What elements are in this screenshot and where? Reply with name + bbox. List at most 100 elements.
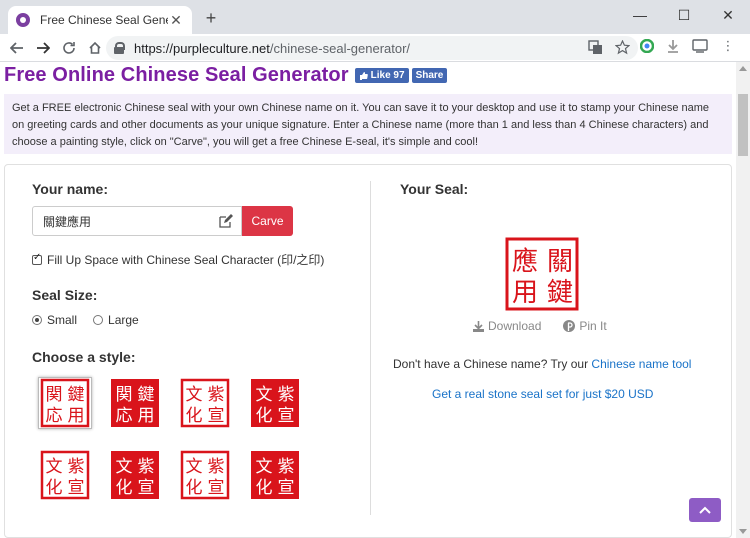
svg-text:關: 關 xyxy=(547,247,573,277)
svg-text:宣: 宣 xyxy=(208,406,225,426)
maximize-button[interactable]: ☐ xyxy=(662,0,706,30)
reload-icon xyxy=(63,41,75,54)
url-path: /chinese-seal-generator/ xyxy=(269,40,411,56)
svg-text:文: 文 xyxy=(116,457,133,477)
home-button[interactable] xyxy=(82,35,108,61)
seal-style-7-icon: 文 紫 化 宣 xyxy=(180,450,230,500)
pinterest-icon xyxy=(563,320,576,332)
svg-text:関: 関 xyxy=(46,385,63,405)
reload-button[interactable] xyxy=(56,35,82,61)
forward-arrow-icon xyxy=(37,41,50,54)
back-button[interactable] xyxy=(4,35,30,61)
svg-text:化: 化 xyxy=(256,478,273,498)
page-scrollbar[interactable] xyxy=(736,62,750,538)
style-option-3[interactable]: 文 紫 化 宣 xyxy=(178,377,232,429)
address-bar[interactable]: https://purpleculture.net/chinese-seal-g… xyxy=(106,36,638,60)
url-host: https://purpleculture.net xyxy=(134,40,270,56)
svg-text:紫: 紫 xyxy=(208,457,225,477)
pin-it-link[interactable]: Pin It xyxy=(563,319,607,333)
svg-text:文: 文 xyxy=(186,385,203,405)
facebook-share-button[interactable]: Share xyxy=(411,67,448,83)
seal-actions: Download Pin It xyxy=(473,319,607,333)
edit-pencil-icon xyxy=(219,214,233,228)
thumbs-up-icon xyxy=(359,71,368,80)
svg-text:応: 応 xyxy=(46,406,63,426)
facebook-like-label: Like 97 xyxy=(370,69,405,81)
svg-text:紫: 紫 xyxy=(68,457,85,477)
bookmark-star-icon[interactable] xyxy=(615,40,630,55)
svg-text:用: 用 xyxy=(512,278,538,308)
stone-seal-link[interactable]: Get a real stone seal set for just $20 U… xyxy=(432,387,653,401)
download-link[interactable]: Download xyxy=(473,319,541,333)
svg-text:宣: 宣 xyxy=(278,478,295,498)
seal-generator-card: Your name: 關鍵應用 Carve Fill Up Space with… xyxy=(4,164,732,538)
svg-text:文: 文 xyxy=(256,385,273,405)
svg-text:宣: 宣 xyxy=(278,406,295,426)
omnibox-actions xyxy=(588,40,630,55)
forward-button[interactable] xyxy=(30,35,56,61)
tab-strip: Free Chinese Seal Generator ✕ + — ☐ ✕ xyxy=(0,0,750,34)
style-option-2[interactable]: 関 鍵 応 用 xyxy=(108,377,162,429)
minimize-button[interactable]: — xyxy=(618,0,662,30)
scroll-up-arrow-icon[interactable] xyxy=(739,66,747,71)
size-large-label: Large xyxy=(108,313,139,327)
seal-style-6-icon: 文 紫 化 宣 xyxy=(111,451,159,499)
svg-text:化: 化 xyxy=(256,406,273,426)
page-content: Free Online Chinese Seal Generator Like … xyxy=(0,62,736,538)
close-window-button[interactable]: ✕ xyxy=(706,0,750,30)
scroll-thumb[interactable] xyxy=(738,94,748,156)
size-option-large[interactable]: Large xyxy=(93,313,139,327)
seal-style-4-icon: 文 紫 化 宣 xyxy=(251,379,299,427)
svg-text:化: 化 xyxy=(46,478,63,498)
home-icon xyxy=(89,41,101,54)
facebook-like-button[interactable]: Like 97 xyxy=(354,67,409,83)
menu-kebab-icon[interactable]: ⋮ xyxy=(720,38,736,54)
title-row: Free Online Chinese Seal Generator Like … xyxy=(4,62,448,88)
svg-text:紫: 紫 xyxy=(208,385,225,405)
seal-style-1-icon: 関 鍵 応 用 xyxy=(40,378,90,428)
browser-tab[interactable]: Free Chinese Seal Generator ✕ xyxy=(8,6,192,34)
scroll-down-arrow-icon[interactable] xyxy=(739,529,747,534)
svg-text:応: 応 xyxy=(116,406,133,426)
translate-icon[interactable] xyxy=(588,40,603,55)
svg-text:紫: 紫 xyxy=(278,385,295,405)
fill-space-option[interactable]: Fill Up Space with Chinese Seal Characte… xyxy=(32,251,324,268)
chinese-name-input[interactable]: 關鍵應用 xyxy=(32,206,242,236)
size-small-radio[interactable] xyxy=(32,315,42,325)
page-title: Free Online Chinese Seal Generator xyxy=(4,63,349,86)
tab-close-icon[interactable]: ✕ xyxy=(168,12,184,29)
style-option-5[interactable]: 文 紫 化 宣 xyxy=(38,449,92,501)
lock-icon xyxy=(114,42,125,54)
svg-text:鍵: 鍵 xyxy=(68,385,85,405)
style-option-6[interactable]: 文 紫 化 宣 xyxy=(108,449,162,501)
svg-text:関: 関 xyxy=(116,385,133,405)
svg-text:紫: 紫 xyxy=(138,457,155,477)
fill-space-checkbox[interactable] xyxy=(32,252,42,265)
style-option-1[interactable]: 関 鍵 応 用 xyxy=(38,377,92,429)
svg-text:化: 化 xyxy=(116,478,133,498)
extension-screen-icon[interactable] xyxy=(692,39,708,53)
extension-color-icon[interactable] xyxy=(640,39,654,53)
size-small-label: Small xyxy=(47,313,78,327)
window-controls: — ☐ ✕ xyxy=(618,0,750,30)
svg-text:化: 化 xyxy=(186,478,203,498)
style-option-8[interactable]: 文 紫 化 宣 xyxy=(248,449,302,501)
back-to-top-button[interactable] xyxy=(689,498,721,522)
download-extension-icon[interactable] xyxy=(666,39,680,53)
size-option-small[interactable]: Small xyxy=(32,313,77,327)
svg-text:鍵: 鍵 xyxy=(547,278,573,308)
intro-description: Get a FREE electronic Chinese seal with … xyxy=(4,94,732,154)
chinese-name-tool-link[interactable]: Chinese name tool xyxy=(591,357,691,371)
svg-text:用: 用 xyxy=(138,406,155,426)
svg-text:應: 應 xyxy=(512,247,538,277)
seal-style-8-icon: 文 紫 化 宣 xyxy=(251,451,299,499)
new-tab-button[interactable]: + xyxy=(200,8,222,29)
style-option-4[interactable]: 文 紫 化 宣 xyxy=(248,377,302,429)
svg-text:化: 化 xyxy=(186,406,203,426)
style-option-7[interactable]: 文 紫 化 宣 xyxy=(178,449,232,501)
carve-button[interactable]: Carve xyxy=(242,206,293,236)
your-seal-heading: Your Seal: xyxy=(400,181,469,197)
size-large-radio[interactable] xyxy=(93,315,104,325)
name-label: Your name: xyxy=(32,181,108,197)
back-arrow-icon xyxy=(10,41,23,54)
